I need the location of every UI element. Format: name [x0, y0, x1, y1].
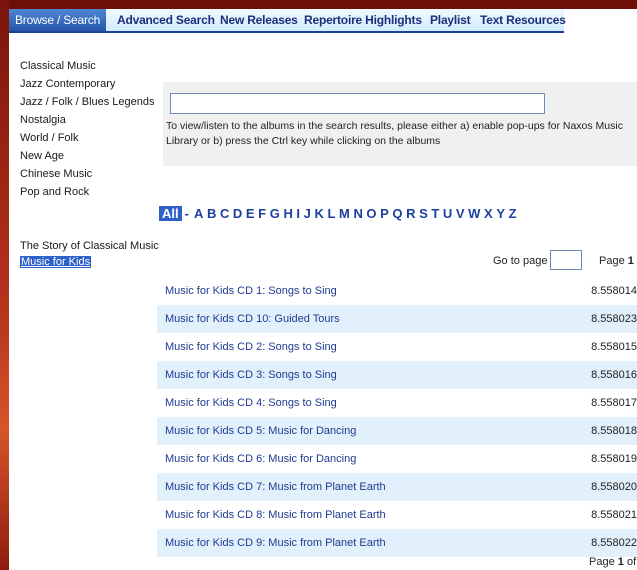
- genre-item[interactable]: World / Folk: [20, 129, 155, 147]
- letter-link-v[interactable]: V: [456, 206, 465, 221]
- album-title-link[interactable]: Music for Kids CD 5: Music for Dancing: [165, 417, 356, 445]
- table-row: Music for Kids CD 7: Music from Planet E…: [157, 473, 637, 501]
- nav-item-music-for-kids[interactable]: Music for Kids: [20, 256, 92, 268]
- album-title-link[interactable]: Music for Kids CD 10: Guided Tours: [165, 305, 340, 333]
- window-frame-left: [0, 0, 9, 570]
- letter-link-g[interactable]: G: [270, 206, 280, 221]
- catalog-number: 8.558015: [591, 341, 637, 353]
- letter-link-p[interactable]: P: [380, 206, 389, 221]
- letter-link-l[interactable]: L: [327, 206, 335, 221]
- album-title-link[interactable]: Music for Kids CD 2: Songs to Sing: [165, 333, 337, 361]
- table-row: Music for Kids CD 4: Songs to Sing 8.5580…: [157, 389, 637, 417]
- letter-link-z[interactable]: Z: [509, 206, 517, 221]
- nav-item-story-of-classical-music[interactable]: The Story of Classical Music: [20, 238, 159, 254]
- letter-link-t[interactable]: T: [431, 206, 439, 221]
- letter-link-b[interactable]: B: [207, 206, 216, 221]
- letter-link-d[interactable]: D: [233, 206, 242, 221]
- search-input[interactable]: [170, 93, 545, 114]
- letter-link-q[interactable]: Q: [392, 206, 402, 221]
- catalog-number: 8.558020: [591, 481, 637, 493]
- letter-link-c[interactable]: C: [220, 206, 229, 221]
- page-prefix: Page: [589, 556, 615, 568]
- table-row: Music for Kids CD 9: Music from Planet E…: [157, 529, 637, 557]
- catalog-number: 8.558019: [591, 453, 637, 465]
- tab-repertoire-highlights[interactable]: Repertoire Highlights: [304, 13, 422, 27]
- letter-link-a[interactable]: A: [194, 206, 203, 221]
- album-title-link[interactable]: Music for Kids CD 7: Music from Planet E…: [165, 473, 386, 501]
- tab-advanced-search[interactable]: Advanced Search: [117, 13, 215, 27]
- catalog-number: 8.558014: [591, 285, 637, 297]
- letter-link-u[interactable]: U: [443, 206, 452, 221]
- album-title-link[interactable]: Music for Kids CD 4: Songs to Sing: [165, 389, 337, 417]
- alphabet-filter: All - A B C D E F G H I J K L M N O P Q R S T U V W X Y Z: [159, 206, 520, 221]
- album-title-link[interactable]: Music for Kids CD 8: Music from Planet E…: [165, 501, 386, 529]
- special-collections-list: The Story of Classical Music Music for K…: [20, 238, 159, 270]
- table-row: Music for Kids CD 8: Music from Planet E…: [157, 501, 637, 529]
- album-title-link[interactable]: Music for Kids CD 3: Songs to Sing: [165, 361, 337, 389]
- letter-link-m[interactable]: M: [339, 206, 350, 221]
- genre-list: Classical Music Jazz Contemporary Jazz /…: [20, 57, 155, 201]
- letter-link-h[interactable]: H: [283, 206, 292, 221]
- genre-item[interactable]: Classical Music: [20, 57, 155, 75]
- page-prefix: Page: [599, 255, 625, 267]
- catalog-number: 8.558022: [591, 537, 637, 549]
- library-page: Browse / Search Advanced Search New Rele…: [9, 9, 637, 570]
- table-row: Music for Kids CD 3: Songs to Sing 8.5580…: [157, 361, 637, 389]
- catalog-number: 8.558018: [591, 425, 637, 437]
- letter-link-i[interactable]: I: [296, 206, 300, 221]
- genre-item[interactable]: New Age: [20, 147, 155, 165]
- go-to-page-input[interactable]: [550, 250, 582, 270]
- search-panel: To view/listen to the albums in the sear…: [163, 82, 637, 166]
- letter-links: ABCDEFGHIJKLMNOPQRSTUVWXYZ: [194, 206, 520, 221]
- page-indicator-bottom: Page 1 of 1: [589, 556, 637, 568]
- album-title-link[interactable]: Music for Kids CD 6: Music for Dancing: [165, 445, 356, 473]
- filter-all-button[interactable]: All: [159, 206, 182, 221]
- genre-item[interactable]: Nostalgia: [20, 111, 155, 129]
- letter-link-n[interactable]: N: [353, 206, 362, 221]
- tab-playlist[interactable]: Playlist: [430, 13, 471, 27]
- letter-link-y[interactable]: Y: [496, 206, 505, 221]
- letter-link-f[interactable]: F: [258, 206, 266, 221]
- catalog-number: 8.558017: [591, 397, 637, 409]
- tab-browse-search[interactable]: Browse / Search: [9, 9, 107, 31]
- genre-item[interactable]: Jazz / Folk / Blues Legends: [20, 93, 155, 111]
- letter-link-s[interactable]: S: [419, 206, 428, 221]
- catalog-number: 8.558016: [591, 369, 637, 381]
- page-of-word: of: [626, 556, 637, 568]
- table-row: Music for Kids CD 6: Music for Dancing 8.…: [157, 445, 637, 473]
- album-title-link[interactable]: Music for Kids CD 1: Songs to Sing: [165, 277, 337, 305]
- popup-instructions: To view/listen to the albums in the sear…: [166, 120, 623, 147]
- album-title-link[interactable]: Music for Kids CD 9: Music from Planet E…: [165, 529, 386, 557]
- letter-link-k[interactable]: K: [314, 206, 323, 221]
- go-to-page-label: Go to page: [493, 255, 548, 267]
- genre-item[interactable]: Chinese Music: [20, 165, 155, 183]
- catalog-number: 8.558021: [591, 509, 637, 521]
- catalog-number: 8.558023: [591, 313, 637, 325]
- table-row: Music for Kids CD 2: Songs to Sing 8.5580…: [157, 333, 637, 361]
- table-row: Music for Kids CD 5: Music for Dancing 8.…: [157, 417, 637, 445]
- letter-link-r[interactable]: R: [406, 206, 415, 221]
- tab-new-releases[interactable]: New Releases: [220, 13, 298, 27]
- window-frame-top: [0, 0, 637, 9]
- album-results-table: Music for Kids CD 1: Songs to Sing 8.5580…: [157, 277, 637, 557]
- letter-link-o[interactable]: O: [366, 206, 376, 221]
- genre-item[interactable]: Jazz Contemporary: [20, 75, 155, 93]
- tab-text-resources[interactable]: Text Resources: [480, 13, 566, 27]
- page-indicator-top: Page 1 of 1: [599, 255, 637, 267]
- filter-separator: -: [184, 206, 189, 221]
- letter-link-x[interactable]: X: [484, 206, 493, 221]
- letter-link-j[interactable]: J: [304, 206, 311, 221]
- table-row: Music for Kids CD 1: Songs to Sing 8.5580…: [157, 277, 637, 305]
- page-current: 1: [627, 255, 634, 267]
- main-tab-bar: Browse / Search Advanced Search New Rele…: [9, 9, 566, 33]
- letter-link-e[interactable]: E: [246, 206, 255, 221]
- page-current: 1: [617, 556, 624, 568]
- genre-item[interactable]: Pop and Rock: [20, 183, 155, 201]
- letter-link-w[interactable]: W: [468, 206, 480, 221]
- table-row: Music for Kids CD 10: Guided Tours 8.5580…: [157, 305, 637, 333]
